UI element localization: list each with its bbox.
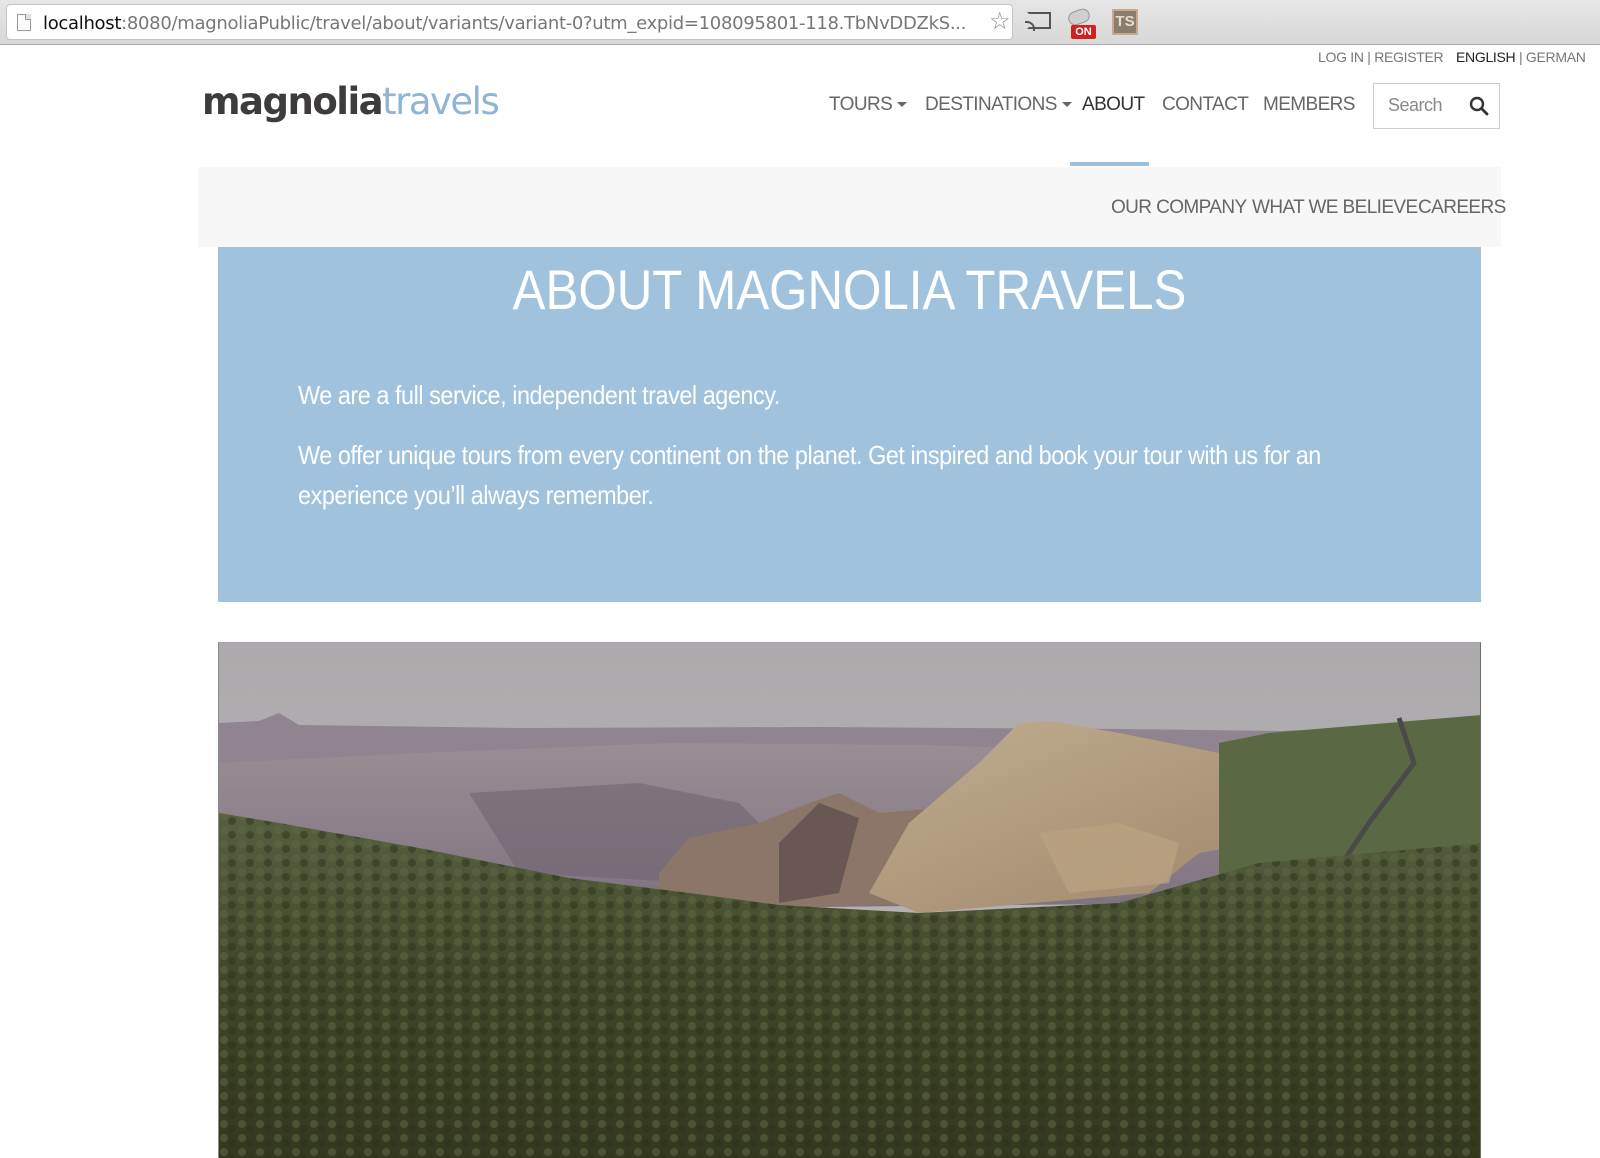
bookmark-star-icon[interactable]: ☆	[989, 10, 1011, 34]
about-hero: ABOUT MAGNOLIA TRAVELS We are a full ser…	[218, 247, 1481, 602]
subnav-item-our-company[interactable]: OUR COMPANY	[1111, 197, 1247, 219]
subnav-item-what-we-believe[interactable]: WHAT WE BELIEVE	[1252, 197, 1418, 219]
sub-nav: OUR COMPANY WHAT WE BELIEVE CAREERS	[198, 167, 1506, 247]
search-input[interactable]	[1388, 95, 1468, 116]
intro-paragraph: We are a full service, independent trave…	[298, 380, 780, 410]
extension-toggle-icon[interactable]: ON	[1066, 6, 1096, 42]
nav-item-tours[interactable]: TOURS	[829, 94, 908, 116]
separator: |	[1367, 49, 1371, 65]
nav-item-about[interactable]: ABOUT	[1082, 94, 1145, 116]
nav-label: TOURS	[829, 94, 893, 115]
caret-down-icon	[1061, 102, 1072, 108]
account-links: LOG IN | REGISTER	[1318, 49, 1444, 65]
caret-down-icon	[897, 102, 908, 108]
nav-item-destinations[interactable]: DESTINATIONS	[925, 94, 1072, 116]
nav-item-members[interactable]: MEMBERS	[1263, 94, 1355, 116]
url-path: :8080/magnoliaPublic/travel/about/varian…	[121, 13, 967, 34]
search-box	[1373, 83, 1500, 129]
canyon-photo	[218, 642, 1481, 1158]
page-title: ABOUT MAGNOLIA TRAVELS	[512, 258, 1187, 321]
ts-extension-icon[interactable]: TS	[1112, 9, 1138, 35]
register-link[interactable]: REGISTER	[1374, 49, 1443, 65]
description-paragraph: We offer unique tours from every contine…	[298, 440, 1321, 510]
active-nav-indicator	[1070, 162, 1149, 166]
subnav-item-careers[interactable]: CAREERS	[1418, 197, 1506, 219]
language-switcher: ENGLISH | GERMAN	[1456, 49, 1586, 65]
canyon-landscape-image	[219, 643, 1480, 1158]
nav-label: DESTINATIONS	[925, 94, 1057, 115]
url-text[interactable]: localhost:8080/magnoliaPublic/travel/abo…	[43, 13, 966, 34]
lang-german-link[interactable]: GERMAN	[1526, 49, 1586, 65]
nav-item-contact[interactable]: CONTACT	[1162, 94, 1249, 116]
lang-english-link[interactable]: ENGLISH	[1456, 49, 1516, 65]
url-host: localhost	[43, 13, 122, 34]
main-nav: TOURS DESTINATIONS ABOUT CONTACT MEMBERS	[0, 94, 1600, 124]
extension-on-badge: ON	[1071, 25, 1096, 39]
browser-toolbar: localhost:8080/magnoliaPublic/travel/abo…	[0, 0, 1600, 45]
page-icon	[17, 14, 31, 31]
address-bar[interactable]: localhost:8080/magnoliaPublic/travel/abo…	[6, 4, 1013, 40]
login-link[interactable]: LOG IN	[1318, 49, 1364, 65]
separator: |	[1518, 49, 1523, 65]
cast-icon[interactable]	[1025, 12, 1051, 31]
search-icon[interactable]	[1469, 96, 1489, 116]
